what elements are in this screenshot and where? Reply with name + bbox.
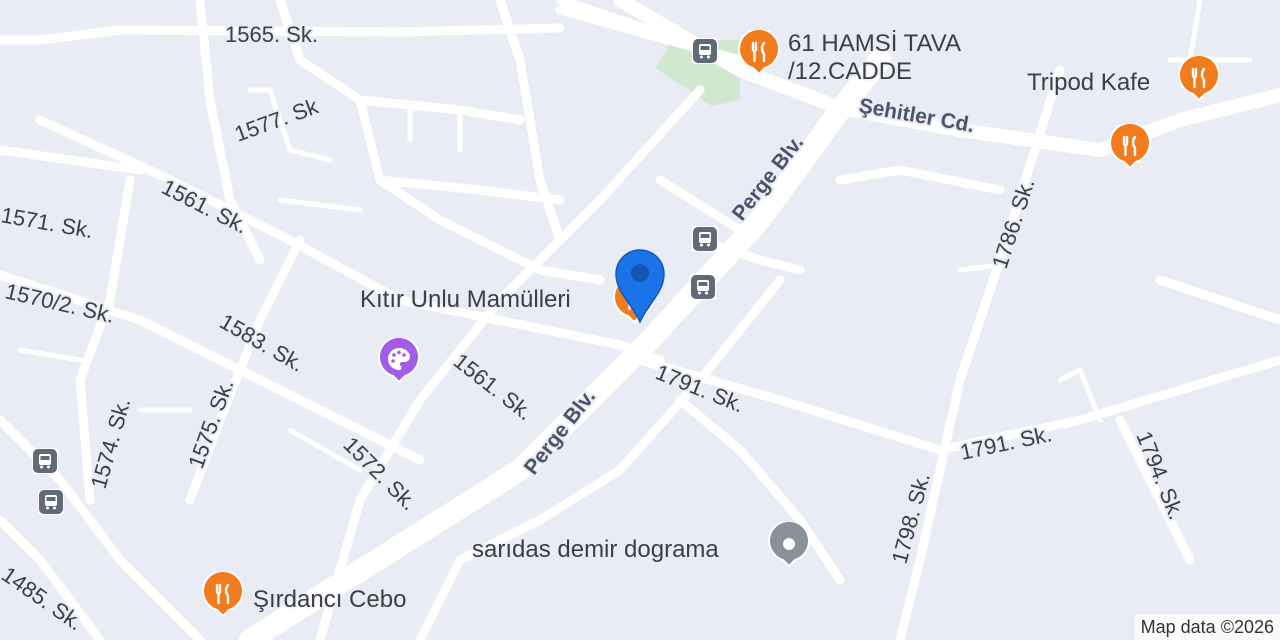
place-dot-icon[interactable] [766,522,812,568]
road [355,95,525,125]
poi-label-saridas[interactable]: sarıdas demir dograma [472,537,719,563]
map-attribution: Map data ©2026 [1134,614,1280,640]
road [17,347,83,363]
poi-label-tripod-kafe[interactable]: Tripod Kafe [1027,70,1150,96]
fork-knife-icon[interactable] [736,30,782,76]
road [1155,275,1280,325]
street-label-main: Perge Blv. [520,385,600,479]
street-label: 1561. Sk. [449,348,538,425]
street-label: 1570/2. Sk. [3,279,117,328]
fork-knife-icon[interactable] [1176,56,1222,102]
street-label: 1577. Sk [231,93,322,147]
road [35,115,665,365]
street-label: 1575. Sk. [183,376,238,472]
street-label: 1791. Sk. [652,359,748,417]
road [895,65,1065,640]
road [655,175,745,235]
poi-label-hamsi-tava[interactable]: 61 HAMSİ TAVA [788,31,961,57]
street-label-main: Şehitler Cd. [857,94,976,137]
fork-knife-icon[interactable] [200,572,246,618]
palette-icon[interactable] [376,338,422,384]
bus-stop-icon[interactable] [32,448,58,474]
road [277,197,363,213]
road [835,165,1005,195]
bus-stop-icon[interactable] [690,274,716,300]
street-label: 1791. Sk. [958,421,1054,465]
road [275,0,605,285]
poi-label-sirdanci-cebo[interactable]: Şırdancı Cebo [253,587,406,613]
fork-knife-icon[interactable] [1107,124,1153,170]
location-pin-icon[interactable] [612,246,668,324]
street-label: 1565. Sk. [225,22,318,47]
street-label: 1574. Sk. [86,395,136,491]
bus-stop-icon[interactable] [38,489,64,515]
street-label: 1571. Sk. [0,202,95,243]
poi-label-kitir-unlu[interactable]: Kıtır Unlu Mamülleri [360,287,571,313]
poi-label-hamsi-tava-sub[interactable]: /12.CADDE [788,59,912,85]
map-canvas[interactable]: 1565. Sk. 1577. Sk 1561. Sk. 1571. Sk. 1… [0,0,1280,640]
road [555,0,765,75]
bus-stop-icon[interactable] [692,226,718,252]
road [1187,0,1203,63]
bus-stop-icon[interactable] [692,38,718,64]
